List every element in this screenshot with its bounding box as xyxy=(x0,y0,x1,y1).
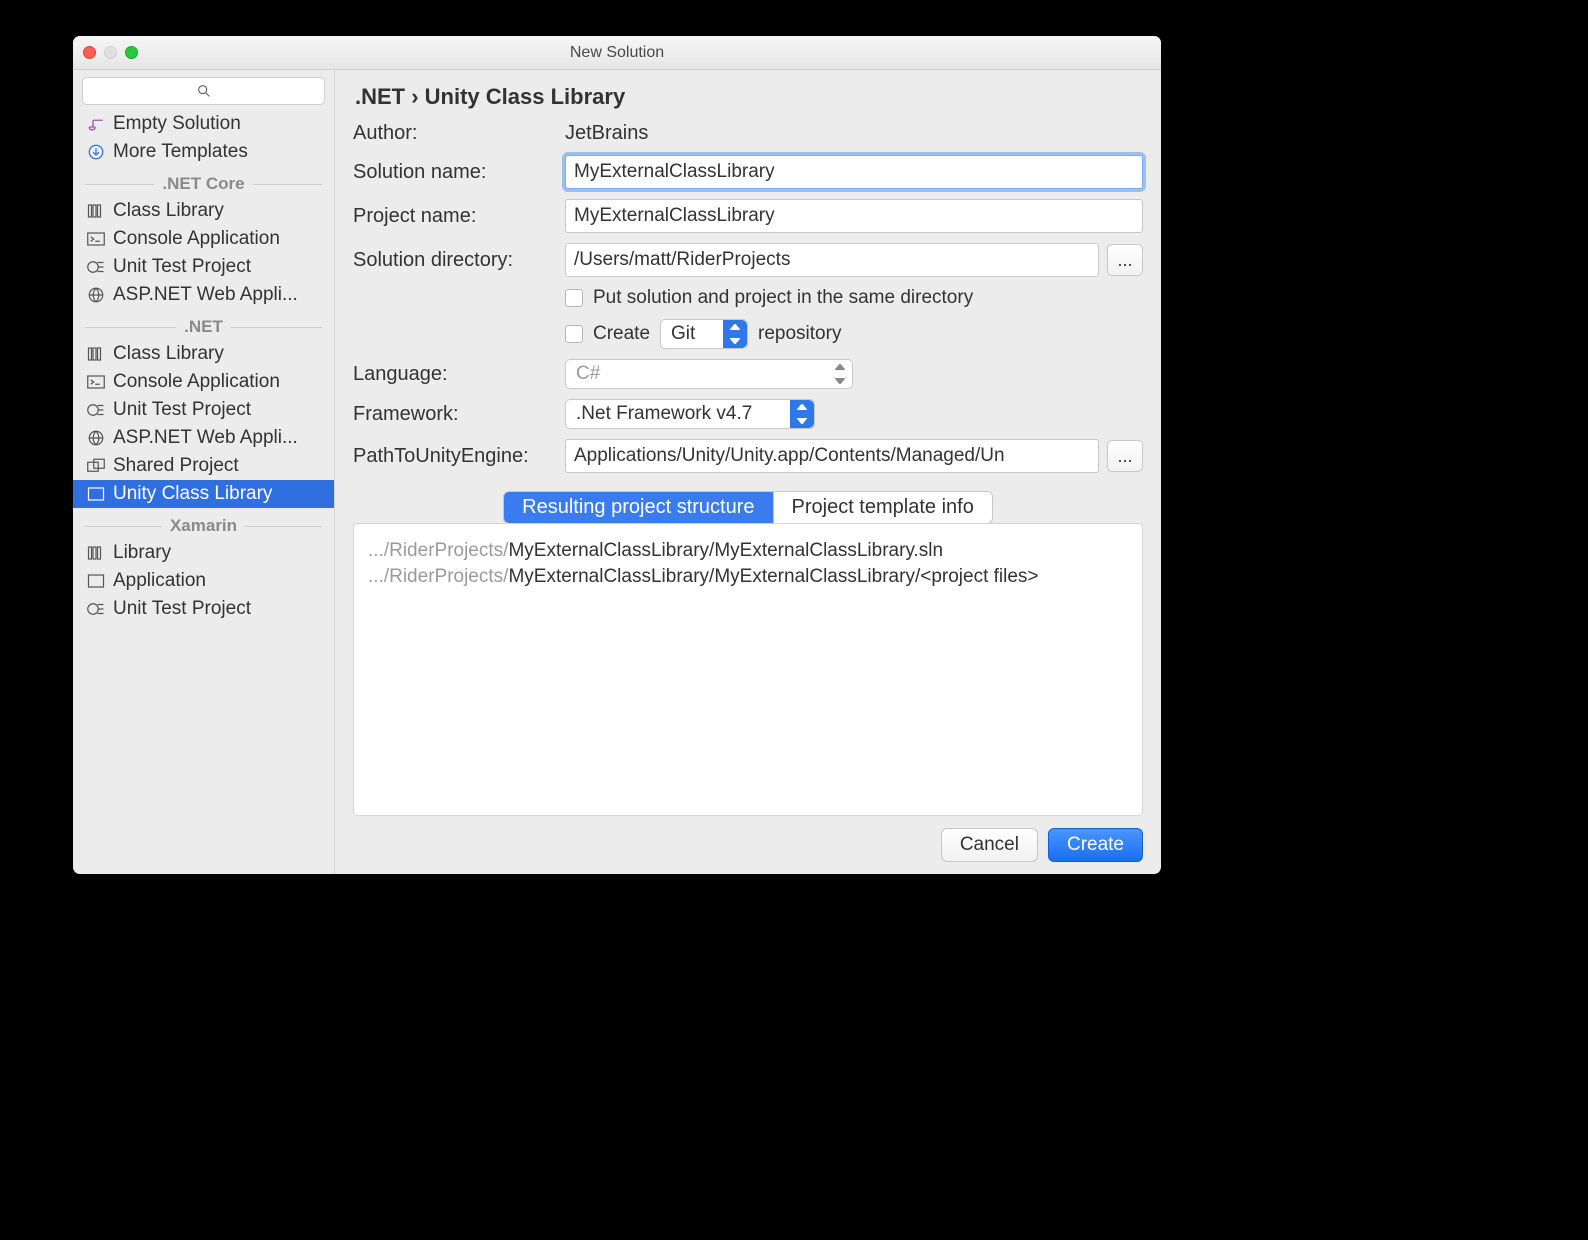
browse-solution-dir-button[interactable]: ... xyxy=(1107,244,1143,276)
sidebar-item-label: Unit Test Project xyxy=(113,256,251,278)
search-icon xyxy=(196,83,212,99)
same-directory-checkbox[interactable] xyxy=(565,289,583,307)
sidebar-item-more-templates[interactable]: More Templates xyxy=(73,138,334,166)
link-icon xyxy=(87,115,105,133)
solution-dir-label: Solution directory: xyxy=(353,249,553,272)
repo-type-select[interactable]: Git xyxy=(660,319,748,349)
new-solution-window: New Solution Empty Solution More Template… xyxy=(73,36,1161,874)
sidebar-item-label: Application xyxy=(113,570,206,592)
language-label: Language: xyxy=(353,363,553,386)
sidebar-item-label: Console Application xyxy=(113,371,280,393)
cancel-button[interactable]: Cancel xyxy=(941,828,1038,862)
console-icon xyxy=(87,230,105,248)
sidebar-item-label: Unit Test Project xyxy=(113,598,251,620)
tab-template-info[interactable]: Project template info xyxy=(773,492,992,523)
window-title: New Solution xyxy=(73,44,1161,62)
download-icon xyxy=(87,143,105,161)
sidebar-item-label: ASP.NET Web Appli... xyxy=(113,427,298,449)
sidebar-item-label: Class Library xyxy=(113,343,224,365)
sidebar-group-label: .NET xyxy=(184,317,223,337)
test-icon xyxy=(87,600,105,618)
template-sidebar: Empty Solution More Templates .NET Core Cla… xyxy=(73,70,335,874)
project-name-input[interactable] xyxy=(565,199,1143,233)
minimize-window-button xyxy=(104,46,117,59)
info-tabs: Resulting project structure Project temp… xyxy=(503,491,993,524)
traffic-lights xyxy=(83,46,138,59)
sidebar-item-label: More Templates xyxy=(113,141,248,163)
unity-path-input[interactable] xyxy=(565,439,1099,473)
zoom-window-button[interactable] xyxy=(125,46,138,59)
sidebar-item-class-library[interactable]: Class Library xyxy=(73,197,334,225)
repo-suffix-label: repository xyxy=(758,323,841,345)
sidebar-item-shared-project[interactable]: Shared Project xyxy=(73,452,334,480)
unity-icon xyxy=(87,485,105,503)
app-icon xyxy=(87,572,105,590)
library-icon xyxy=(87,544,105,562)
language-select[interactable]: C# xyxy=(565,359,853,389)
framework-select[interactable]: .Net Framework v4.7 xyxy=(565,399,815,429)
sidebar-item-unit-test-project[interactable]: Unit Test Project xyxy=(73,253,334,281)
sidebar-item-label: Unit Test Project xyxy=(113,399,251,421)
framework-label: Framework: xyxy=(353,403,553,426)
template-config-panel: .NET › Unity Class Library Author: JetBr… xyxy=(335,70,1161,874)
titlebar: New Solution xyxy=(73,36,1161,70)
sidebar-item-asp-net-web-appli[interactable]: ASP.NET Web Appli... xyxy=(73,424,334,452)
sidebar-group-label: .NET Core xyxy=(162,174,244,194)
sidebar-group-xamarin: Xamarin xyxy=(73,508,334,539)
create-button[interactable]: Create xyxy=(1048,828,1143,862)
sidebar-item-console-application[interactable]: Console Application xyxy=(73,368,334,396)
search-input[interactable] xyxy=(82,77,325,105)
sidebar-item-unity-class-library[interactable]: Unity Class Library xyxy=(73,480,334,508)
author-value: JetBrains xyxy=(565,122,648,145)
sidebar-item-label: Empty Solution xyxy=(113,113,241,135)
test-icon xyxy=(87,401,105,419)
same-directory-label: Put solution and project in the same dir… xyxy=(593,287,973,309)
close-window-button[interactable] xyxy=(83,46,96,59)
test-icon xyxy=(87,258,105,276)
sidebar-group-label: Xamarin xyxy=(170,516,237,536)
browse-unity-path-button[interactable]: ... xyxy=(1107,440,1143,472)
project-name-label: Project name: xyxy=(353,205,553,228)
solution-name-label: Solution name: xyxy=(353,161,553,184)
create-repo-checkbox[interactable] xyxy=(565,325,583,343)
solution-name-input[interactable] xyxy=(565,155,1143,189)
sidebar-item-empty-solution[interactable]: Empty Solution xyxy=(73,110,334,138)
sidebar-item-label: Unity Class Library xyxy=(113,483,272,505)
library-icon xyxy=(87,345,105,363)
globe-icon xyxy=(87,286,105,304)
structure-line: .../RiderProjects/MyExternalClassLibrary… xyxy=(368,564,1128,590)
sidebar-item-library[interactable]: Library xyxy=(73,539,334,567)
sidebar-item-label: ASP.NET Web Appli... xyxy=(113,284,298,306)
author-label: Author: xyxy=(353,122,553,145)
shared-icon xyxy=(87,457,105,475)
globe-icon xyxy=(87,429,105,447)
sidebar-item-label: Library xyxy=(113,542,171,564)
sidebar-group--net-core: .NET Core xyxy=(73,166,334,197)
structure-line: .../RiderProjects/MyExternalClassLibrary… xyxy=(368,538,1128,564)
sidebar-item-unit-test-project[interactable]: Unit Test Project xyxy=(73,396,334,424)
unity-path-label: PathToUnityEngine: xyxy=(353,445,553,468)
sidebar-item-console-application[interactable]: Console Application xyxy=(73,225,334,253)
create-repo-label: Create xyxy=(593,323,650,345)
sidebar-group--net: .NET xyxy=(73,309,334,340)
sidebar-item-label: Class Library xyxy=(113,200,224,222)
sidebar-item-application[interactable]: Application xyxy=(73,567,334,595)
sidebar-item-class-library[interactable]: Class Library xyxy=(73,340,334,368)
library-icon xyxy=(87,202,105,220)
tab-resulting-structure[interactable]: Resulting project structure xyxy=(504,492,772,523)
sidebar-item-asp-net-web-appli[interactable]: ASP.NET Web Appli... xyxy=(73,281,334,309)
sidebar-item-label: Console Application xyxy=(113,228,280,250)
breadcrumb: .NET › Unity Class Library xyxy=(353,82,1143,122)
solution-dir-input[interactable] xyxy=(565,243,1099,277)
console-icon xyxy=(87,373,105,391)
sidebar-item-label: Shared Project xyxy=(113,455,239,477)
project-structure-preview: .../RiderProjects/MyExternalClassLibrary… xyxy=(353,523,1143,816)
sidebar-item-unit-test-project[interactable]: Unit Test Project xyxy=(73,595,334,623)
